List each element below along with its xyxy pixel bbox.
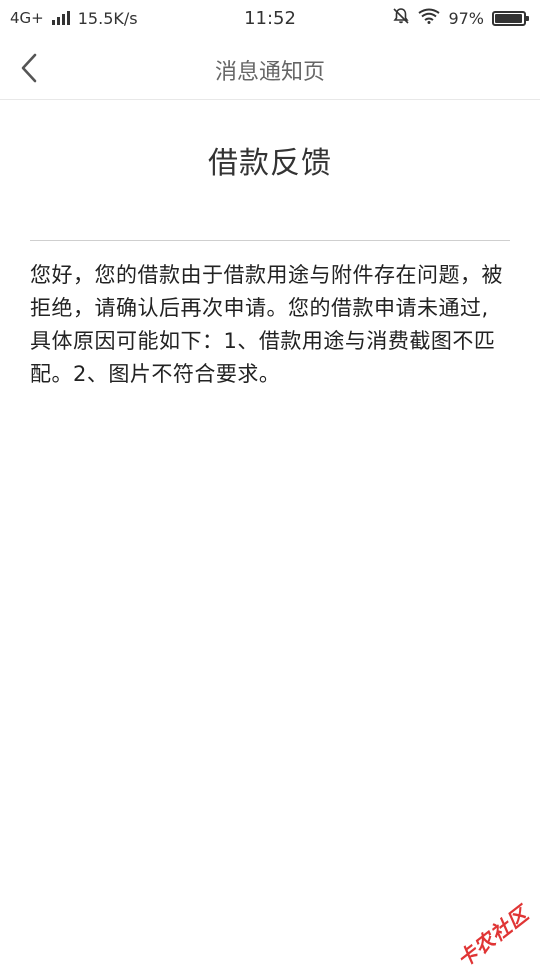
status-bar: 4G+ 15.5K/s 11:52 97%	[0, 0, 540, 36]
nav-bar: 消息通知页	[0, 36, 540, 100]
message-title: 借款反馈	[208, 146, 332, 181]
divider	[30, 240, 510, 241]
battery-icon	[492, 10, 529, 26]
clock: 11:52	[244, 8, 296, 29]
message-body: 您好，您的借款由于借款用途与附件存在问题，被拒绝，请确认后再次申请。您的借款申请…	[30, 263, 503, 386]
message-content: 借款反馈 您好，您的借款由于借款用途与附件存在问题，被拒绝，请确认后再次申请。您…	[0, 100, 540, 391]
watermark-text: 卡农社区	[452, 901, 534, 972]
watermark: 卡农社区	[450, 898, 534, 973]
page-title: 消息通知页	[214, 60, 325, 85]
